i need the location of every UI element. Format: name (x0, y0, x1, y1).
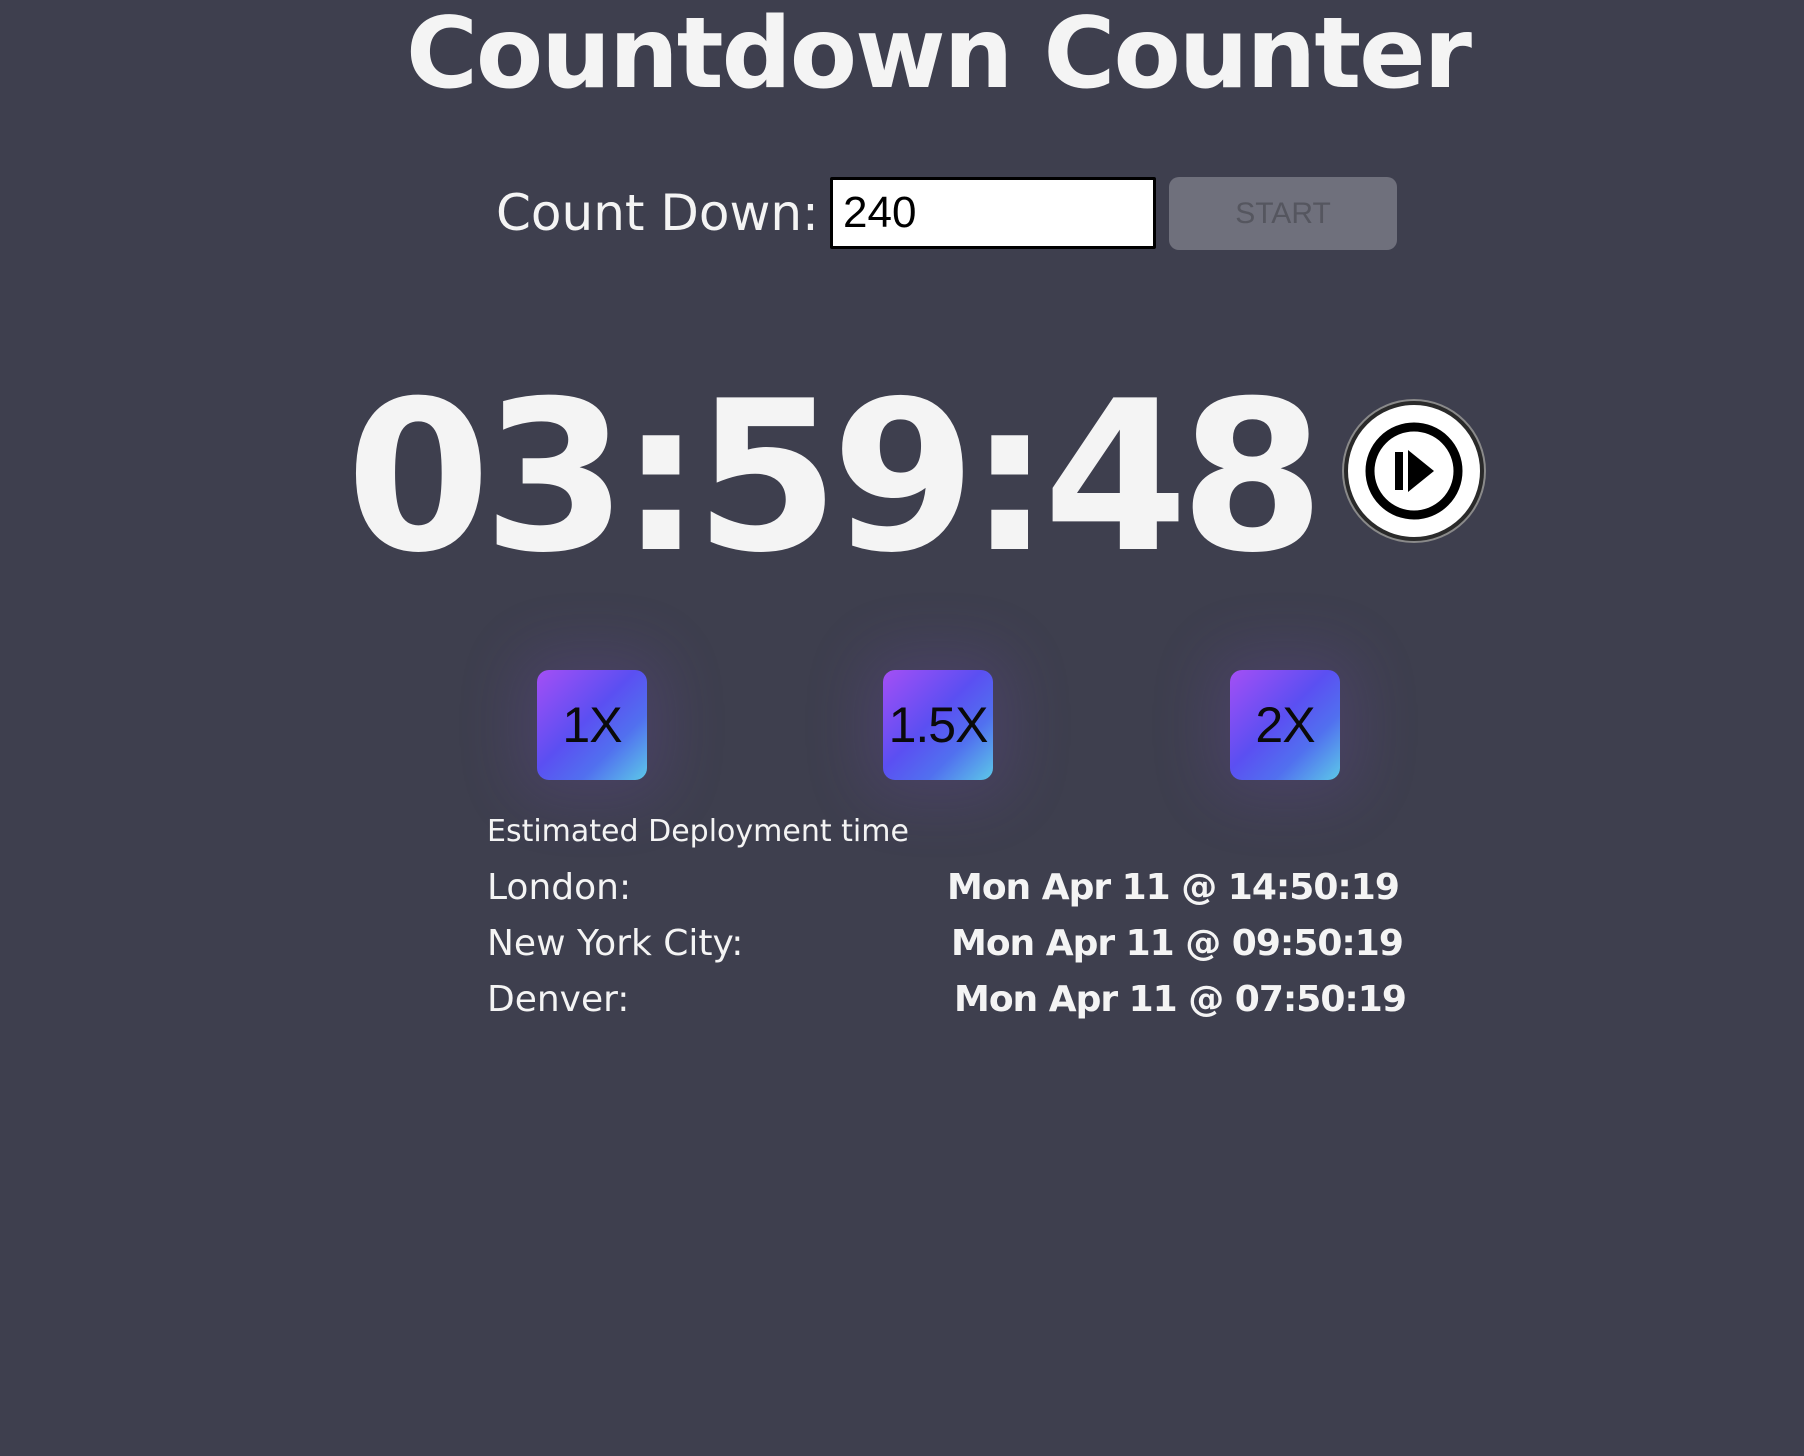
start-button[interactable]: START (1169, 177, 1397, 250)
deployment-heading: Estimated Deployment time (487, 814, 909, 849)
city-denver-label: Denver: (487, 979, 630, 1020)
london-time-value: Mon Apr 11 @ 14:50:19 (947, 867, 1400, 908)
speed-1x-wrapper: 1X (537, 670, 647, 780)
new-york-time-value: Mon Apr 11 @ 09:50:19 (951, 923, 1404, 964)
page-title: Countdown Counter (406, 0, 1472, 111)
play-circle-icon (1365, 422, 1463, 520)
countdown-input[interactable] (830, 177, 1156, 249)
speed-2x-button[interactable]: 2X (1230, 670, 1340, 780)
city-london-label: London: (487, 867, 632, 908)
speed-1-5x-wrapper: 1.5X (883, 670, 993, 780)
countdown-label: Count Down: (496, 184, 819, 242)
timer-display: 03:59:48 (346, 357, 1325, 599)
play-pause-button[interactable] (1344, 401, 1484, 541)
denver-time-value: Mon Apr 11 @ 07:50:19 (954, 979, 1407, 1020)
speed-1x-button[interactable]: 1X (537, 670, 647, 780)
speed-2x-wrapper: 2X (1230, 670, 1340, 780)
city-new-york-label: New York City: (487, 923, 744, 964)
speed-1-5x-button[interactable]: 1.5X (883, 670, 993, 780)
